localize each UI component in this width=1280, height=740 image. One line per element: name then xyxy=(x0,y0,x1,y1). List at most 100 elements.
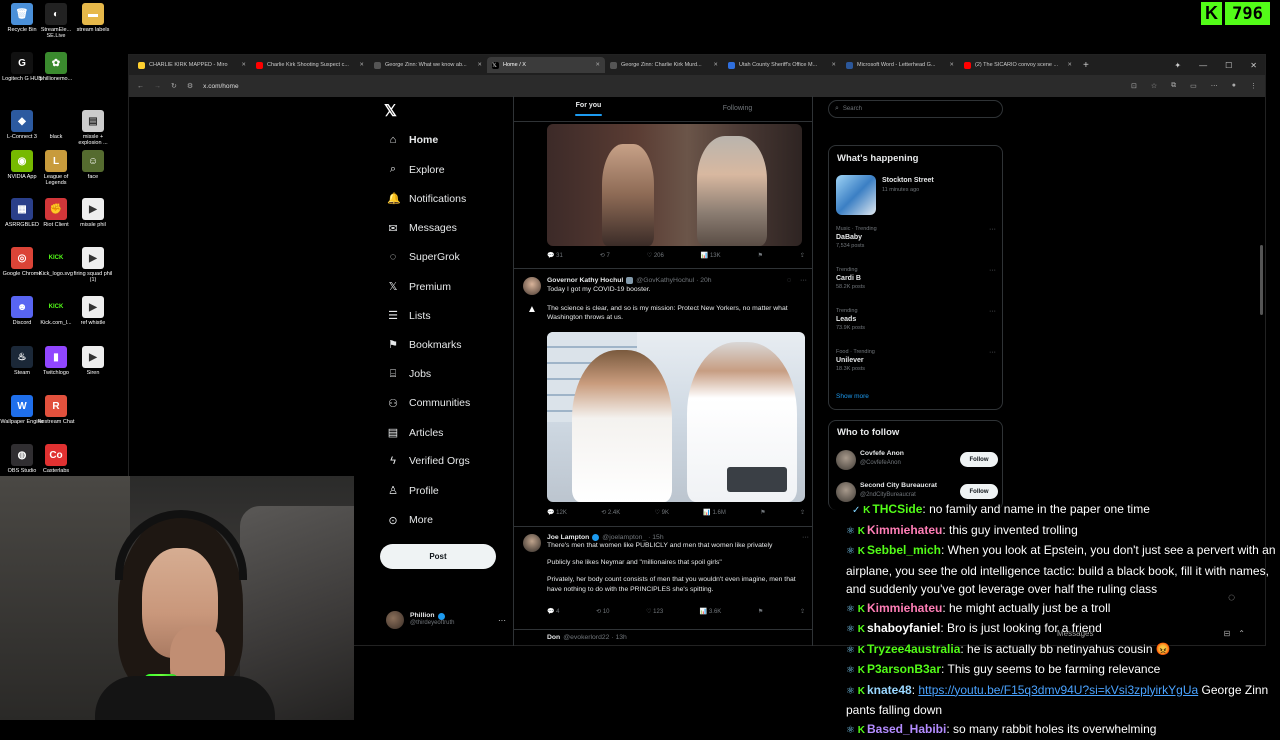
trend-item[interactable]: Food · TrendingUnilever18.3K posts··· xyxy=(836,349,996,372)
reply-button[interactable]: 💬 12K xyxy=(547,509,567,516)
desktop-icon[interactable]: ▶firing squad phil (1) xyxy=(71,247,115,283)
site-settings-icon[interactable]: ⚙ xyxy=(187,82,193,90)
views-count[interactable]: 📊 1.6M xyxy=(703,509,725,516)
tweet-media-image[interactable] xyxy=(547,124,802,246)
desktop-icon[interactable]: ☺face xyxy=(71,150,115,180)
bookmark-button[interactable]: ⚑ xyxy=(758,252,763,259)
more-options-icon[interactable]: ··· xyxy=(802,534,809,541)
close-tab-icon[interactable]: ✕ xyxy=(241,62,246,68)
sidebar-icon[interactable]: ▭ xyxy=(1190,82,1197,90)
nav-item-home[interactable]: ⌂Home xyxy=(387,134,438,146)
follow-button[interactable]: Follow xyxy=(960,484,998,499)
browser-tab[interactable]: George Zinn: Charlie Kirk Murd...✕ xyxy=(605,57,723,73)
trend-item[interactable]: TrendingLeads73.9K posts··· xyxy=(836,308,996,331)
bookmark-star-icon[interactable]: ☆ xyxy=(1151,82,1157,90)
bookmark-button[interactable]: ⚑ xyxy=(760,509,765,516)
nav-item-bookmarks[interactable]: ⚑Bookmarks xyxy=(387,338,462,351)
event-thumbnail[interactable] xyxy=(836,175,876,215)
like-button[interactable]: ♡ 9K xyxy=(655,509,669,516)
chat-username[interactable]: Sebbel_mich xyxy=(867,543,941,557)
views-count[interactable]: 📊 3.6K xyxy=(700,608,721,615)
bookmark-button[interactable]: ⚑ xyxy=(758,608,763,615)
chat-username[interactable]: THCSide xyxy=(872,502,922,516)
nav-item-communities[interactable]: ⚇Communities xyxy=(387,397,470,410)
nav-item-articles[interactable]: ▤Articles xyxy=(387,426,443,439)
close-tab-icon[interactable]: ✕ xyxy=(949,62,954,68)
browser-tab[interactable]: George Zinn: What we know ab...✕ xyxy=(369,57,487,73)
more-options-icon[interactable]: ··· xyxy=(989,267,996,274)
tweet-hochul[interactable]: Governor Kathy Hochul @GovKathyHochul · … xyxy=(514,269,812,524)
account-switcher[interactable]: Phillion @thirdeyeoftruth ··· xyxy=(386,611,506,629)
author-name[interactable]: Governor Kathy Hochul xyxy=(547,277,623,284)
avatar[interactable] xyxy=(836,450,856,470)
like-button[interactable]: ♡ 206 xyxy=(647,252,664,259)
follow-name[interactable]: Covfefe Anon xyxy=(860,450,904,457)
more-options-icon[interactable]: ··· xyxy=(989,349,996,356)
extensions-icon[interactable]: ⋯ xyxy=(1211,82,1218,90)
desktop-icon[interactable]: ▶missle phil xyxy=(71,198,115,228)
forward-icon[interactable]: → xyxy=(154,83,161,90)
reply-button[interactable]: 💬 31 xyxy=(547,252,563,259)
show-more-link[interactable]: Show more xyxy=(836,393,869,400)
browser-tab[interactable]: Microsoft Word - Letterhead G...✕ xyxy=(841,57,959,73)
more-options-icon[interactable]: ··· xyxy=(800,277,807,284)
trend-item[interactable]: TrendingCardi B58.2K posts··· xyxy=(836,267,996,290)
tweet-joe-lampton[interactable]: Joe Lampton @joelampton_ · 15h ··· There… xyxy=(514,527,812,627)
nav-item-notifications[interactable]: 🔔Notifications xyxy=(387,192,466,205)
desktop-icon[interactable]: ▤missle + explosion ... xyxy=(71,110,115,146)
menu-icon[interactable]: ⋮ xyxy=(1250,82,1257,90)
new-tab-button[interactable]: + xyxy=(1083,60,1089,71)
more-options-icon[interactable]: ··· xyxy=(989,226,996,233)
chat-username[interactable]: Tryzee4australia xyxy=(867,642,960,656)
post-button[interactable]: Post xyxy=(380,544,496,569)
repost-button[interactable]: ⟲ 2.4K xyxy=(601,509,620,516)
tab-for-you[interactable]: For you xyxy=(514,96,663,121)
browser-tab[interactable]: (2) The SICARIO convoy scene ...✕ xyxy=(959,57,1077,73)
chat-username[interactable]: Based_Habibi xyxy=(867,722,946,736)
author-name[interactable]: Don xyxy=(547,634,560,641)
desktop-icon[interactable]: ✿phillionemo... xyxy=(34,52,78,82)
nav-item-verified-orgs[interactable]: ϟVerified Orgs xyxy=(387,455,470,467)
chat-username[interactable]: Kimmiehateu xyxy=(867,523,942,537)
browser-tab[interactable]: Charlie Kirk Shooting Suspect c...✕ xyxy=(251,57,369,73)
share-button[interactable]: ⇪ xyxy=(800,608,805,615)
close-tab-icon[interactable]: ✕ xyxy=(713,62,718,68)
minimize-button[interactable]: — xyxy=(1199,61,1207,70)
profile-icon[interactable]: ● xyxy=(1232,82,1236,90)
chat-username[interactable]: knate48 xyxy=(867,683,912,697)
more-options-icon[interactable]: ··· xyxy=(989,308,996,315)
back-icon[interactable]: ← xyxy=(137,83,144,90)
x-logo[interactable]: 𝕏 xyxy=(384,101,397,121)
tab-following[interactable]: Following xyxy=(663,96,812,121)
close-tab-icon[interactable]: ✕ xyxy=(595,62,600,68)
desktop-icon[interactable]: ▬stream labels xyxy=(71,3,115,33)
nav-item-explore[interactable]: ⌕Explore xyxy=(387,163,445,176)
reload-icon[interactable]: ↻ xyxy=(171,82,177,90)
desktop-icon[interactable]: RRestream Chat xyxy=(34,395,78,425)
chat-username[interactable]: Kimmiehateu xyxy=(867,601,942,615)
repost-button[interactable]: ⟲ 10 xyxy=(596,608,609,615)
grok-icon[interactable]: ◌ xyxy=(787,277,791,284)
url-field[interactable]: x.com/home xyxy=(203,83,238,90)
nav-item-supergrok[interactable]: ◌SuperGrok xyxy=(387,251,460,263)
avatar[interactable] xyxy=(523,277,541,295)
account-more-icon[interactable]: ··· xyxy=(498,616,506,625)
follow-button[interactable]: Follow xyxy=(960,452,998,467)
share-button[interactable]: ⇪ xyxy=(800,509,805,516)
desktop-icon[interactable]: ▶ref whistle xyxy=(71,296,115,326)
share-button[interactable]: ⇪ xyxy=(800,252,805,259)
nav-item-lists[interactable]: ☰Lists xyxy=(387,309,431,322)
close-window-button[interactable]: ✕ xyxy=(1250,61,1257,70)
desktop-icon[interactable]: ▶Siren xyxy=(71,346,115,376)
sparkle-icon[interactable]: ✦ xyxy=(1174,61,1181,70)
nav-item-premium[interactable]: 𝕏Premium xyxy=(387,280,451,293)
nav-item-profile[interactable]: ♙Profile xyxy=(387,484,439,497)
author-handle[interactable]: @joelampton_ · 15h xyxy=(602,534,663,541)
reply-button[interactable]: 💬 4 xyxy=(547,608,559,615)
author-handle[interactable]: @GovKathyHochul · 20h xyxy=(636,277,711,284)
author-name[interactable]: Joe Lampton xyxy=(547,534,589,541)
author-handle[interactable]: @evokerlord22 · 13h xyxy=(563,634,627,641)
browser-tab[interactable]: CHARLIE KIRK MAPPED - Miro✕ xyxy=(133,57,251,73)
close-tab-icon[interactable]: ✕ xyxy=(477,62,482,68)
close-tab-icon[interactable]: ✕ xyxy=(831,62,836,68)
